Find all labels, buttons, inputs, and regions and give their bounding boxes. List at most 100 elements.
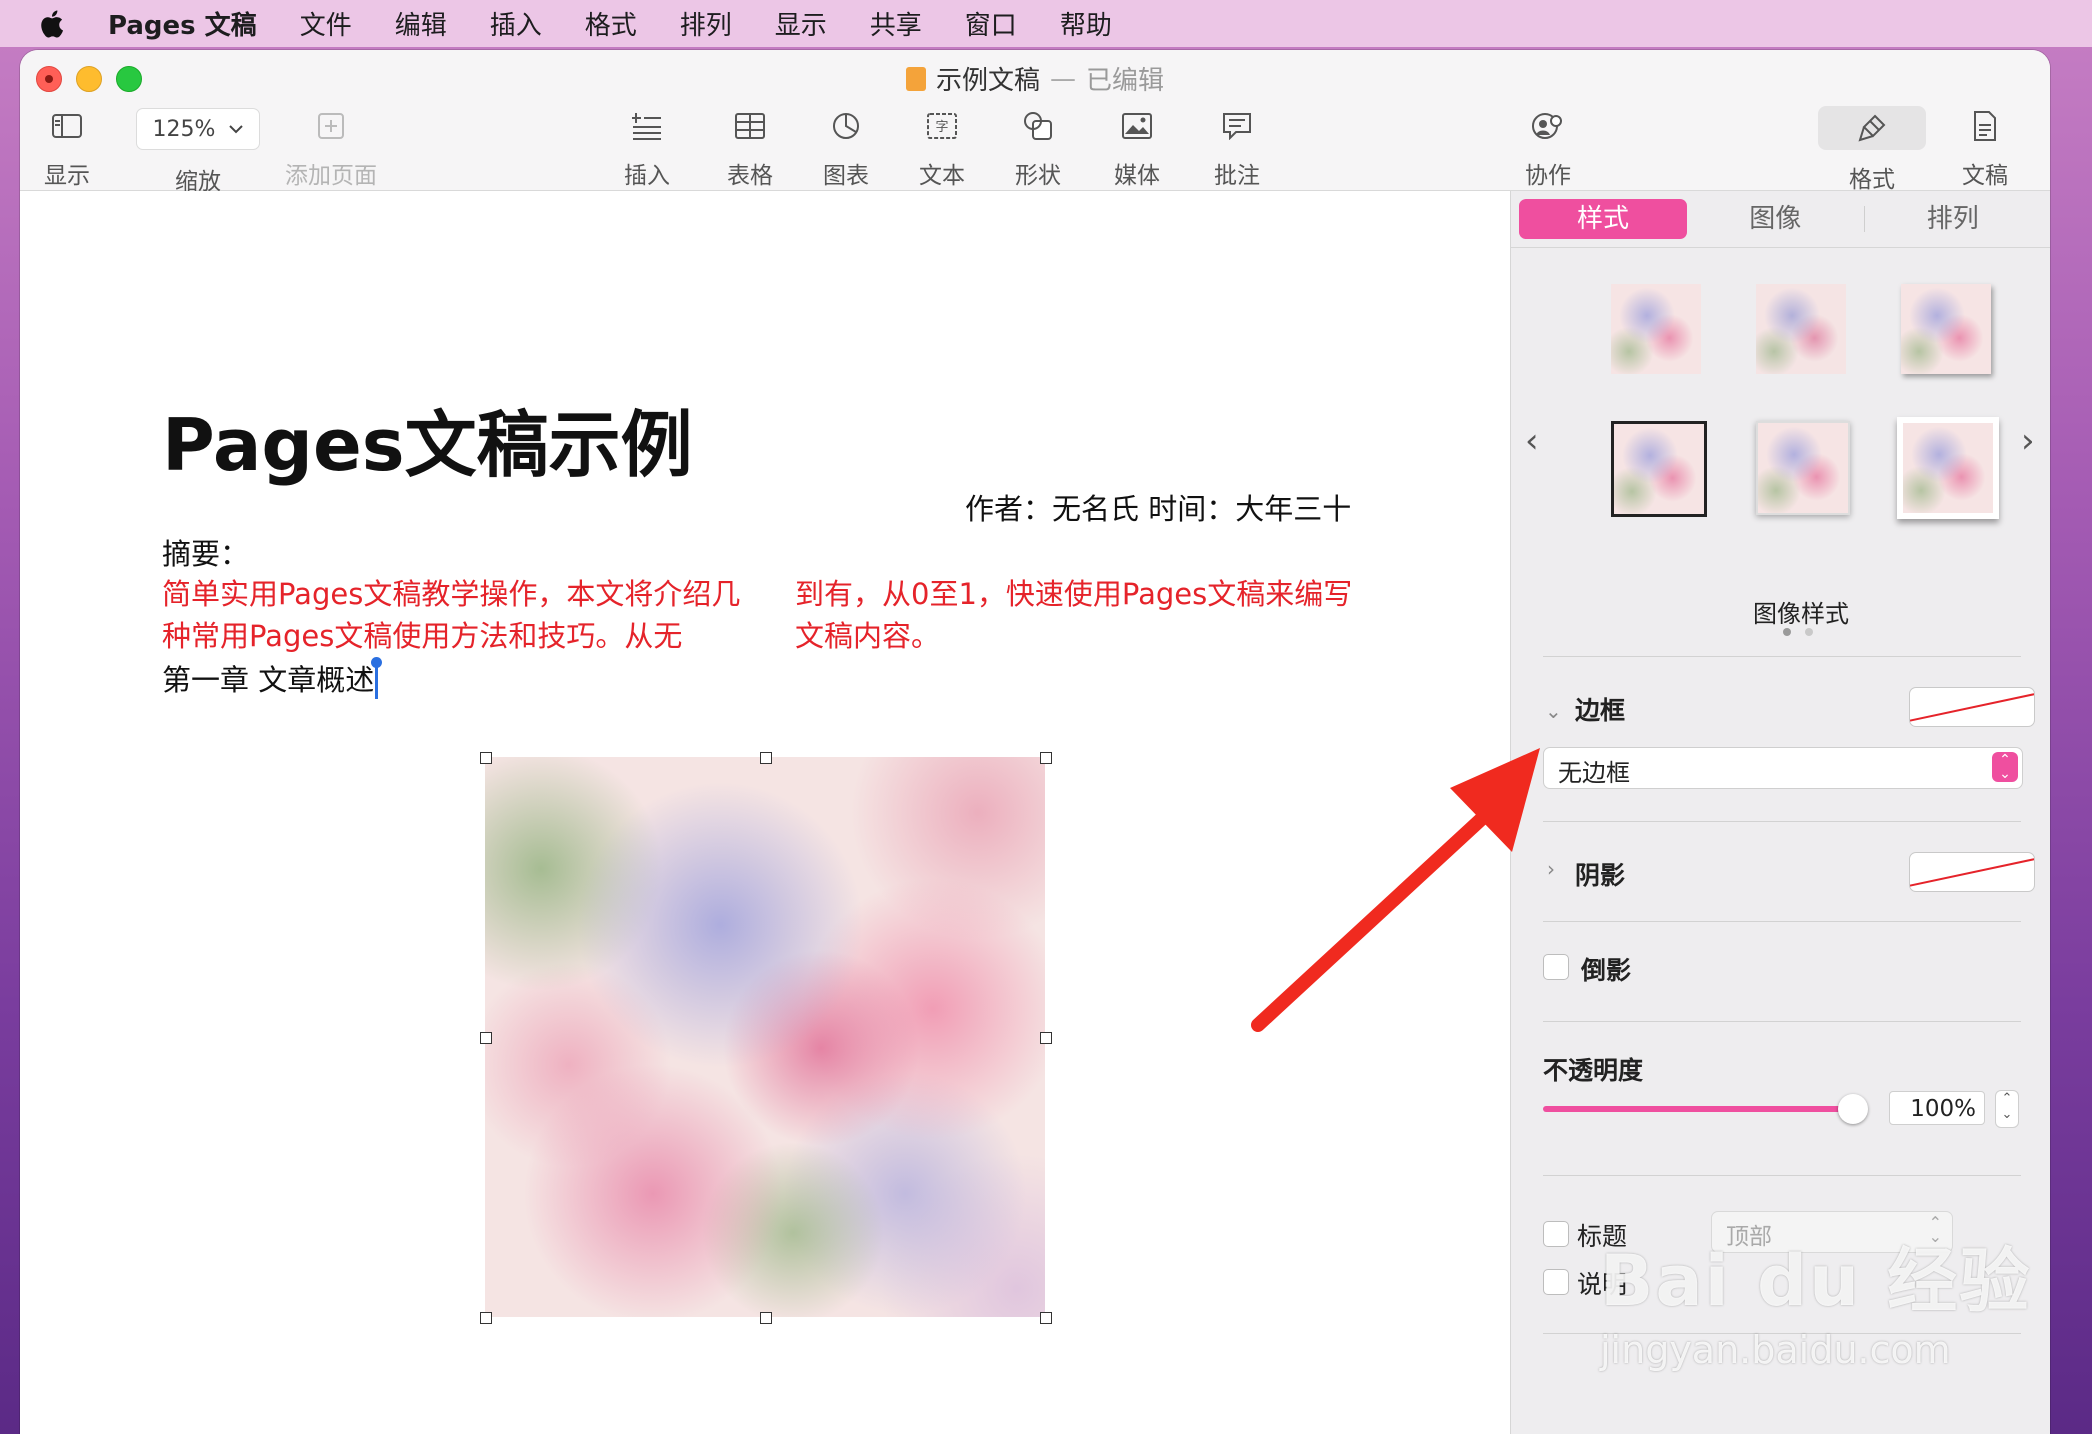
image-style-thumb[interactable] — [1901, 284, 1991, 374]
apple-icon[interactable] — [36, 7, 70, 41]
comment-button[interactable]: 批注 — [1214, 106, 1260, 190]
tab-style[interactable]: 样式 — [1519, 199, 1687, 239]
title-bar: 示例文稿 — 已编辑 显示 125% 缩放 添加页面 插入 表格 图表 字 文本… — [20, 50, 2050, 195]
window-title: 示例文稿 — 已编辑 — [20, 60, 2050, 97]
insert-button[interactable]: 插入 — [624, 106, 670, 190]
table-label: 表格 — [727, 163, 773, 189]
menu-file[interactable]: 文件 — [300, 5, 352, 42]
caption-checkbox[interactable] — [1543, 1269, 1569, 1295]
menu-view[interactable]: 显示 — [775, 5, 827, 42]
annotation-arrow — [1251, 748, 1540, 1032]
menu-share[interactable]: 共享 — [870, 5, 922, 42]
watermark-url: jingyan.baidu.com — [1600, 1328, 1951, 1372]
collaborate-label: 协作 — [1525, 163, 1571, 189]
opacity-input[interactable]: 100% — [1889, 1091, 1985, 1125]
floral-image[interactable] — [485, 757, 1045, 1317]
page-dot[interactable] — [1783, 628, 1791, 636]
shadow-label[interactable]: 阴影 — [1575, 856, 1625, 892]
sidebar-divider — [1511, 247, 2050, 248]
image-style-thumb[interactable] — [1611, 421, 1707, 517]
text-button[interactable]: 字 文本 — [919, 106, 965, 190]
resize-handle-bottom-left[interactable] — [480, 1312, 492, 1324]
menu-app[interactable]: Pages 文稿 — [108, 5, 257, 42]
author-line[interactable]: 作者：无名氏 时间：大年三十 — [965, 486, 1351, 528]
opacity-slider-knob[interactable] — [1838, 1094, 1868, 1124]
shape-label: 形状 — [1015, 163, 1061, 189]
resize-handle-top-right[interactable] — [1040, 752, 1052, 764]
insert-label: 插入 — [624, 163, 670, 189]
chart-label: 图表 — [823, 163, 869, 189]
table-icon — [730, 106, 770, 146]
view-label: 显示 — [44, 163, 90, 189]
chevron-down-icon[interactable]: ⌄ — [1545, 699, 1562, 723]
border-style-select[interactable]: 无边框 ⌃ ⌄ — [1543, 747, 2023, 789]
document-button[interactable]: 文稿 — [1962, 106, 2008, 190]
edited-status: 已编辑 — [1086, 66, 1165, 96]
resize-handle-right[interactable] — [1040, 1032, 1052, 1044]
add-page-label: 添加页面 — [285, 163, 377, 189]
menu-bar: Pages 文稿 文件 编辑 插入 格式 排列 显示 共享 窗口 帮助 — [0, 0, 2092, 47]
zoom-value: 125% — [152, 116, 216, 142]
format-button[interactable]: 格式 — [1818, 106, 1926, 194]
resize-handle-bottom-right[interactable] — [1040, 1312, 1052, 1324]
shape-button[interactable]: 形状 — [1015, 106, 1061, 190]
document-icon — [1965, 106, 2005, 146]
divider — [1543, 921, 2021, 922]
border-label[interactable]: 边框 — [1575, 691, 1625, 727]
selected-image[interactable] — [480, 752, 1052, 1324]
title-checkbox[interactable] — [1543, 1221, 1569, 1247]
image-style-thumb[interactable] — [1897, 417, 1999, 519]
divider — [1543, 656, 2021, 657]
abstract-column-2[interactable]: 到有，从0至1，快速使用Pages文稿来编写文稿内容。 — [795, 573, 1365, 657]
chart-button[interactable]: 图表 — [823, 106, 869, 190]
pages-document-icon — [905, 66, 926, 91]
resize-handle-left[interactable] — [480, 1032, 492, 1044]
divider — [1543, 821, 2021, 822]
abstract-column-1[interactable]: 简单实用Pages文稿教学操作，本文将介绍几种常用Pages文稿使用方法和技巧。… — [162, 573, 752, 657]
opacity-stepper[interactable]: ⌃ ⌄ — [1995, 1090, 2019, 1128]
image-style-thumb[interactable] — [1756, 284, 1846, 374]
view-button[interactable]: 显示 — [44, 106, 90, 190]
reflection-label: 倒影 — [1581, 956, 1632, 985]
border-color-swatch[interactable] — [1909, 687, 2035, 727]
divider — [1543, 1021, 2021, 1022]
add-page-icon — [311, 106, 351, 146]
summary-label[interactable]: 摘要： — [162, 531, 249, 573]
menu-edit[interactable]: 编辑 — [395, 5, 447, 42]
page-dot[interactable] — [1805, 628, 1813, 636]
format-label: 格式 — [1849, 167, 1895, 193]
resize-handle-top[interactable] — [760, 752, 772, 764]
chapter-heading[interactable]: 第一章 文章概述 — [162, 657, 383, 699]
media-label: 媒体 — [1114, 163, 1160, 189]
sidebar-icon — [47, 106, 87, 146]
table-button[interactable]: 表格 — [727, 106, 773, 190]
image-style-thumb[interactable] — [1611, 284, 1701, 374]
page-dots[interactable] — [1783, 628, 1813, 636]
insert-icon — [627, 106, 667, 146]
image-style-thumb[interactable] — [1756, 421, 1850, 515]
menu-format[interactable]: 格式 — [585, 5, 637, 42]
watermark-logo-text: Bai du 经验 — [1600, 1240, 2032, 1322]
resize-handle-top-left[interactable] — [480, 752, 492, 764]
menu-arrange[interactable]: 排列 — [680, 5, 732, 42]
chevron-left-icon[interactable]: ‹ — [1525, 421, 1539, 461]
add-page-button[interactable]: 添加页面 — [285, 106, 377, 190]
menu-window[interactable]: 窗口 — [965, 5, 1017, 42]
media-button[interactable]: 媒体 — [1114, 106, 1160, 190]
opacity-label: 不透明度 — [1543, 1056, 1644, 1085]
tab-image[interactable]: 图像 — [1687, 199, 1864, 239]
collaborate-button[interactable]: 协作 — [1525, 106, 1571, 190]
shadow-color-swatch[interactable] — [1909, 852, 2035, 892]
document-name: 示例文稿 — [935, 66, 1040, 96]
opacity-slider-track[interactable] — [1543, 1106, 1853, 1112]
tab-arrange[interactable]: 排列 — [1865, 199, 2042, 239]
up-down-icon: ⌃ ⌄ — [1992, 752, 2018, 782]
resize-handle-bottom[interactable] — [760, 1312, 772, 1324]
baidu-watermark: Bai du 经验 jingyan.baidu.com — [1600, 1225, 2031, 1372]
divider — [1543, 1175, 2021, 1176]
chevron-right-icon[interactable]: › — [2021, 421, 2035, 461]
menu-insert[interactable]: 插入 — [490, 5, 542, 42]
document-heading[interactable]: Pages文稿示例 — [162, 386, 693, 491]
menu-help[interactable]: 帮助 — [1060, 5, 1112, 42]
zoom-select[interactable]: 125% — [136, 108, 260, 150]
